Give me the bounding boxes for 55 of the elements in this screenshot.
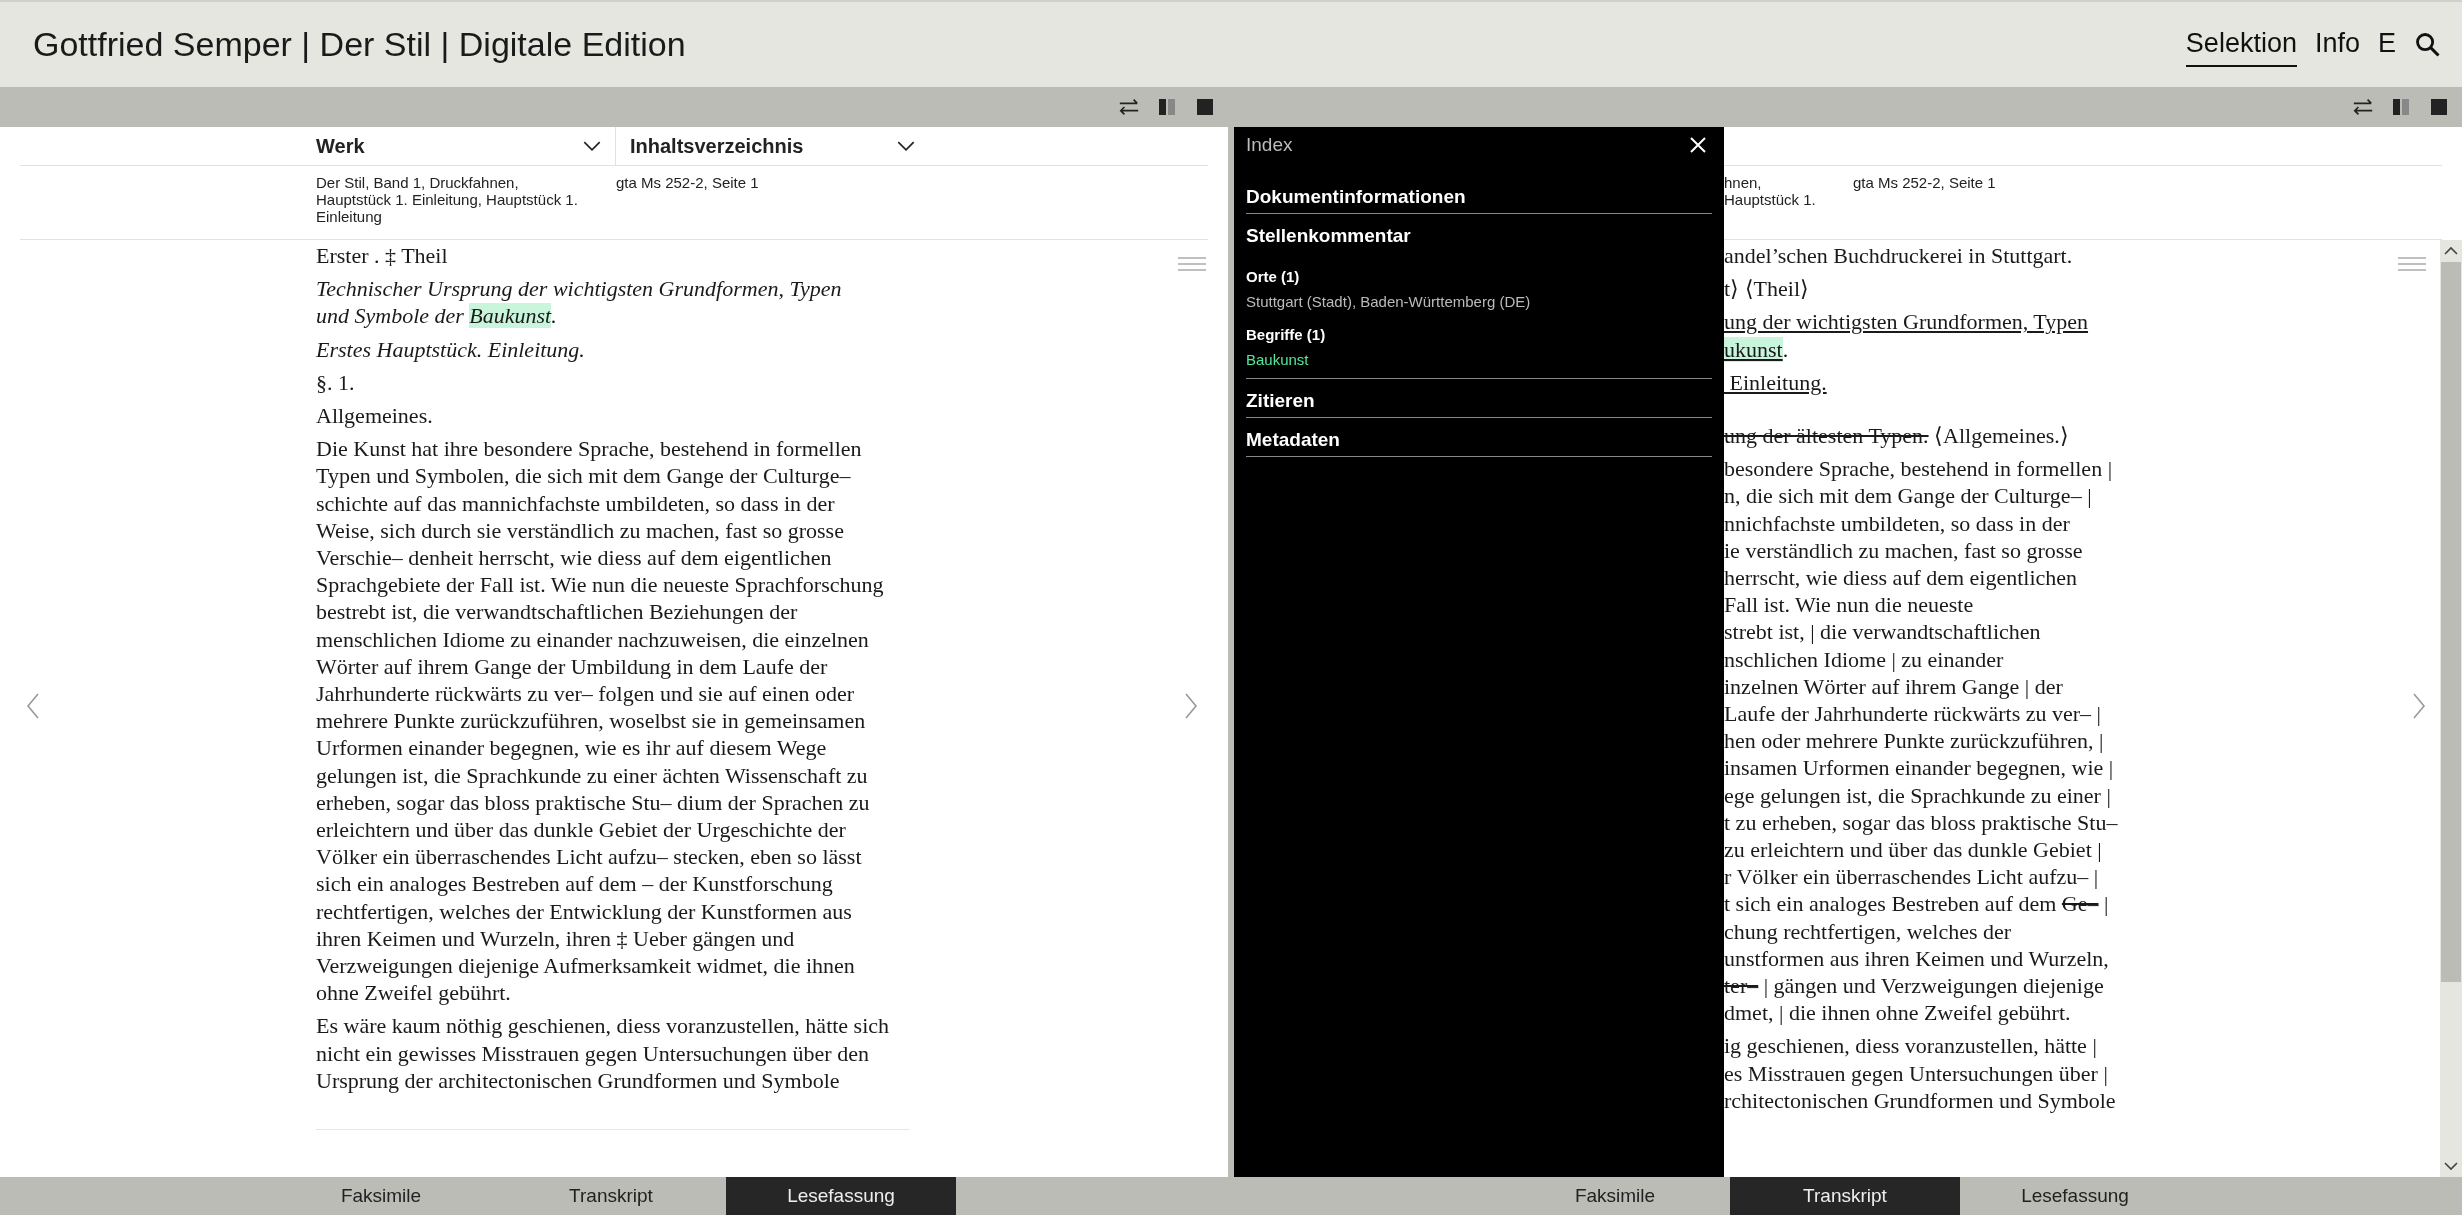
view-tab[interactable]: Lesefassung [1960, 1177, 2190, 1215]
scroll-up-icon[interactable] [2443, 246, 2459, 256]
text-paragraph: t⟩ ⟨Theil⟩ [1724, 275, 1810, 303]
index-section-link[interactable]: Zitieren [1246, 379, 1712, 418]
source-info: gta Ms 252-2, Seite 1 [616, 174, 760, 193]
text-paragraph: andel’schen Buchdruckerei in Stuttgart. [1724, 242, 2073, 270]
text-paragraph: ig geschienen, diess voranzustellen, hätte | es Misstrauen gegen Untersuchungen über | rchitectonischen Grundformen und Symbole [1724, 1032, 2116, 1115]
view-tab[interactable]: Faksimile [1500, 1177, 1730, 1215]
split-view-icon[interactable] [2390, 97, 2412, 117]
index-entry-link[interactable]: Baukunst [1246, 351, 1712, 368]
text-paragraph: Erster . ‡ Theil [316, 242, 448, 270]
text-paragraph: ung der ältesten Typen. ⟨Allgemeines.⟩ [1724, 422, 2069, 450]
dropdown[interactable]: Werk [316, 127, 615, 165]
source-info: gta Ms 252-2, Seite 1 [1853, 174, 1997, 193]
split-view-icon[interactable] [1156, 97, 1178, 117]
index-entry-link[interactable]: Stuttgart (Stadt), Baden-Württemberg (DE) [1246, 293, 1712, 310]
text-paragraph: §. 1. [316, 368, 355, 396]
index-section-link[interactable]: Dokumentinformationen [1246, 175, 1712, 214]
view-tab[interactable]: Transkript [496, 1177, 726, 1215]
view-tab[interactable]: Transkript [1730, 1177, 1960, 1215]
chevron-right-icon[interactable] [1184, 692, 1198, 720]
chevron-down-icon [897, 140, 915, 152]
nav-link[interactable]: E [2378, 22, 2396, 67]
chevron-right-icon[interactable] [2412, 692, 2426, 720]
swap-arrows-icon[interactable] [1118, 97, 1140, 117]
scrollbar[interactable] [2440, 240, 2462, 1177]
dropdown[interactable]: Inhaltsverzeichnis [615, 127, 929, 165]
chevron-left-icon[interactable] [26, 692, 40, 720]
group-label: Begriffe (1) [1246, 326, 1327, 343]
text-paragraph: Allgemeines. [316, 402, 433, 430]
group-label: Orte (1) [1246, 268, 1301, 285]
search-icon[interactable] [2414, 30, 2442, 59]
single-view-icon[interactable] [2428, 97, 2450, 117]
nav-link[interactable]: Info [2314, 22, 2360, 67]
view-tab[interactable]: Faksimile [266, 1177, 496, 1215]
view-tab[interactable]: Lesefassung [726, 1177, 956, 1215]
text-paragraph: Einleitung. [1728, 368, 1827, 396]
source-info: Der Stil, Band 1, Druckfahnen, Hauptstück 1. Einleitung, Hauptstück 1. Einleitung [316, 174, 579, 227]
swap-arrows-icon[interactable] [2352, 97, 2374, 117]
source-info: hnen, Hauptstück 1. [1724, 174, 1817, 210]
text-paragraph: ung der wichtigsten Grundformen, Typen ukunst. [1724, 308, 2089, 363]
site-title: Gottfried Semper | Der Stil | Digitale Edition [33, 25, 686, 64]
panel-title: Index [1246, 134, 1293, 156]
text-paragraph: Es wäre kaum nöthig geschienen, diess voranzustellen, hätte sich nicht ein gewisses Misstrauen gegen Untersuchungen über den Ursprung der architectonischen Grundformen und Symbole [316, 1012, 890, 1095]
scroll-down-icon[interactable] [2443, 1161, 2459, 1171]
text-paragraph: Technischer Ursprung der wichtigsten Grundformen, Typen und Symbole der Baukunst. [316, 275, 842, 330]
close-icon[interactable] [1688, 135, 1708, 155]
text-paragraph: Die Kunst hat ihre besondere Sprache, bestehend in formellen Typen und Symbolen, die sich mit dem Gange der Culturge– schichte auf das mannichfachste umbildeten, so dass in der Weise, sich durch sie verständlich zu machen, fast so grosse Verschie– denheit herrscht, wie diess auf dem eigentlichen Sprachgebiete der Fall ist. Wie nun die neueste Sprachforschung bestrebt ist, die verwandtschaftlichen Beziehungen der menschlichen Idiome zu einander nachzuweisen, die einzelnen Wörter auf ihrem Gange der Umbildung in dem Laufe der Jahrhunderte rückwärts zu ver– folgen und sie auf einen oder mehrere Punkte zurückzuführen, woselbst sie in gemeinsamen Urformen einander begegnen, wie es ihr auf diesem Wege gelungen ist, die Sprachkunde zu einer ächten Wissenschaft zu erheben, sogar das bloss praktische Stu– dium der Sprachen zu erleichtern und über das dunkle Gebiet der Urgeschichte der Völker ein überraschendes Licht aufzu– stecken, eben so lässt sich ein analoges Bestreben auf dem – der Kunstforschung rechtfertigen, welches der Entwicklung der Kunstformen aus ihren Keimen und Wurzeln, ihren ‡ Ueber gängen und Verzweigungen diejenige Aufmerksamkeit widmet, die ihnen ohne Zweifel gebührt. [316, 435, 884, 1007]
chevron-down-icon [583, 140, 601, 152]
text-paragraph: Erstes Hauptstück. Einleitung. [316, 335, 585, 363]
text-paragraph: besondere Sprache, bestehend in formellen | n, die sich mit dem Gange der Culturge– | nnichfachste umbildeten, so dass in der ie verständlich zu machen, fast so grosse herrscht, wie diess auf dem eigentlichen Fall ist. Wie nun die neueste strebt ist, | die verwandtschaftlichen nschlichen Idiome | zu einander inzelnen Wörter auf ihrem Gange | der Laufe der Jahrhunderte rückwärts zu ver– | hen oder mehrere Punkte zurückzuführen, | insamen Urformen einander begegnen, wie | ege gelungen ist, die Sprachkunde zu einer | t zu erheben, sogar das bloss praktische Stu– zu erleichtern und über das dunkle Gebiet | r Völker ein überraschendes Licht aufzu– | t sich ein analoges Bestreben auf dem Ge– | chung rechtfertigen, welches der unstformen aus ihren Keimen und Wurzeln, ter– | gängen und Verzweigungen diejenige dmet, | die ihnen ohne Zweifel gebührt. [1724, 455, 2118, 1027]
single-view-icon[interactable] [1194, 97, 1216, 117]
index-section-link[interactable]: Metadaten [1246, 418, 1712, 457]
nav-link[interactable]: Selektion [2185, 22, 2297, 67]
index-section-link[interactable]: Stellenkommentar [1246, 214, 1712, 252]
